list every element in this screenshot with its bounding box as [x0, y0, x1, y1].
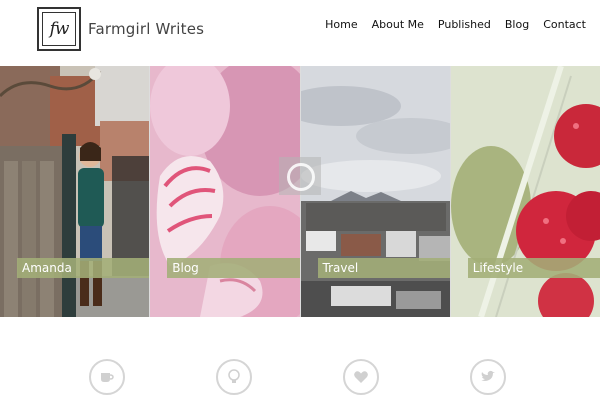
nav-published[interactable]: Published [438, 18, 491, 31]
tile-blog[interactable]: Blog [149, 66, 300, 317]
icon-row [0, 317, 600, 400]
nav-about-me[interactable]: About Me [372, 18, 424, 31]
coffee-cup-icon[interactable] [89, 359, 125, 395]
twitter-bird-icon[interactable] [470, 359, 506, 395]
circle-icon [287, 163, 315, 191]
tile-travel[interactable]: Travel [299, 66, 450, 317]
nav-home[interactable]: Home [325, 18, 357, 31]
nav-contact[interactable]: Contact [543, 18, 586, 31]
lightbulb-icon[interactable] [216, 359, 252, 395]
tile-label-amanda: Amanda [17, 258, 150, 278]
tile-lifestyle[interactable]: Lifestyle [449, 66, 600, 317]
tile-label-travel: Travel [317, 258, 450, 278]
slideshow-play-button[interactable] [279, 157, 321, 195]
tile-label-blog: Blog [167, 258, 300, 278]
site-title[interactable]: Farmgirl Writes [88, 20, 204, 38]
site-logo[interactable]: fw [37, 7, 81, 51]
travel-photo [300, 66, 450, 317]
tile-amanda[interactable]: Amanda [0, 66, 150, 317]
tile-label-lifestyle: Lifestyle [467, 258, 600, 278]
blog-photo [150, 66, 300, 317]
lifestyle-photo [450, 66, 600, 317]
amanda-photo [0, 66, 150, 317]
main-nav: Home About Me Published Blog Contact [311, 18, 586, 31]
site-header: fw Farmgirl Writes Home About Me Publish… [0, 0, 600, 66]
heart-icon[interactable] [343, 359, 379, 395]
nav-blog[interactable]: Blog [505, 18, 529, 31]
logo-monogram: fw [42, 12, 76, 46]
